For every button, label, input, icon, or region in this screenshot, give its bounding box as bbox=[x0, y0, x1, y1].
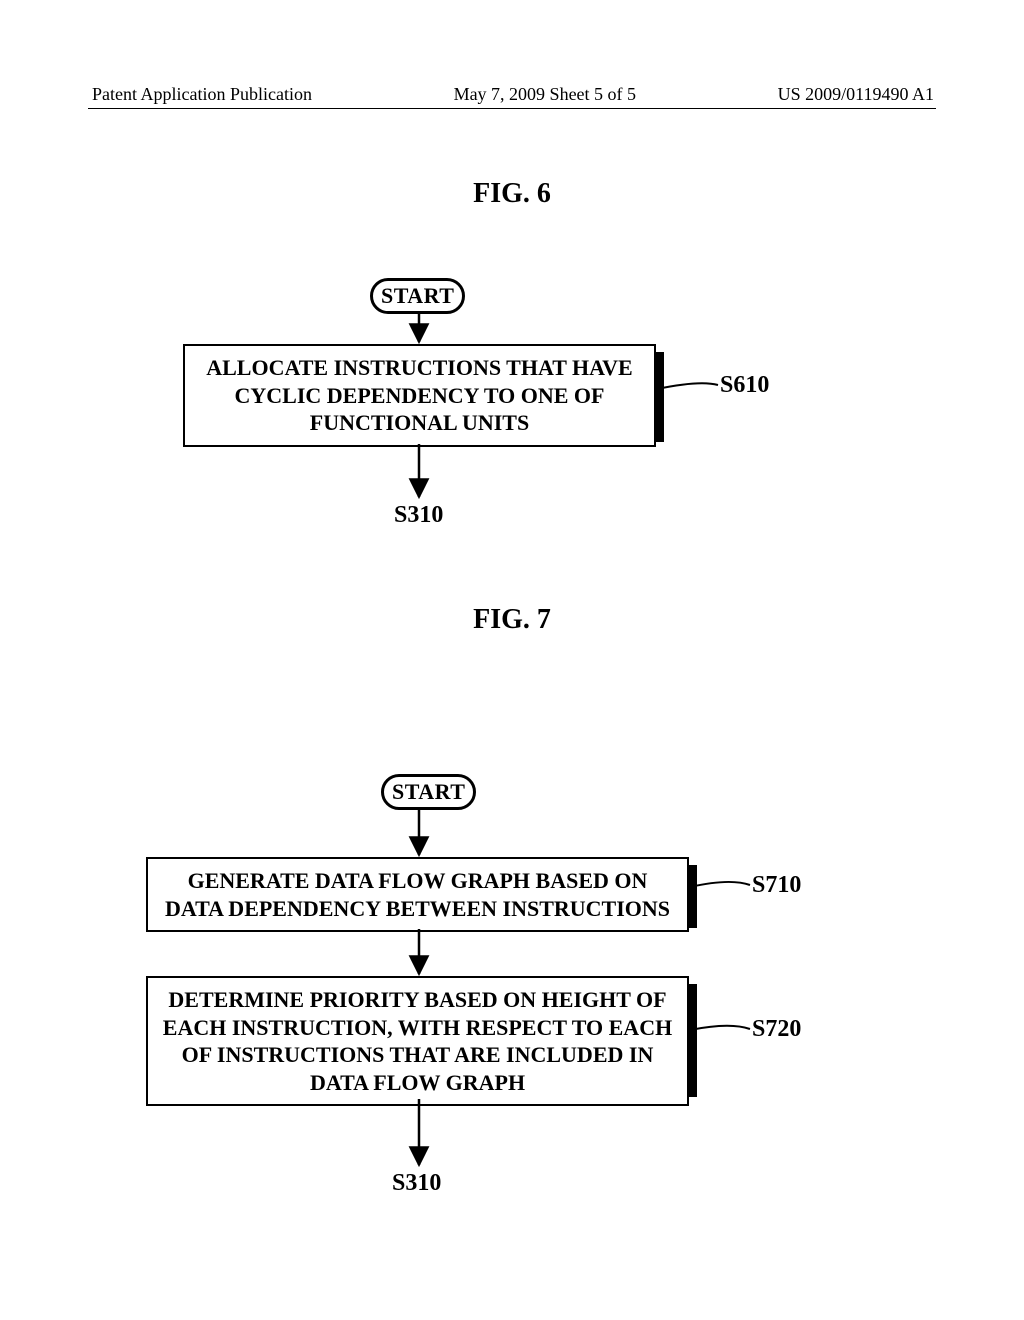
header-rule bbox=[88, 108, 936, 109]
start-terminator: START bbox=[370, 278, 465, 314]
process-s720: DETERMINE PRIORITY BASED ON HEIGHT OF EA… bbox=[146, 976, 689, 1106]
figure-6-title: FIG. 6 bbox=[0, 178, 1024, 210]
ref-s310-fig6: S310 bbox=[394, 502, 443, 529]
process-s710: GENERATE DATA FLOW GRAPH BASED ON DATA D… bbox=[146, 857, 689, 932]
start-terminator: START bbox=[381, 774, 476, 810]
page-header: Patent Application Publication May 7, 20… bbox=[0, 84, 1024, 105]
process-s610: ALLOCATE INSTRUCTIONS THAT HAVE CYCLIC D… bbox=[183, 344, 656, 447]
ref-s720: S720 bbox=[752, 1016, 801, 1043]
header-left: Patent Application Publication bbox=[92, 84, 312, 105]
figure-7-title: FIG. 7 bbox=[0, 604, 1024, 636]
header-right: US 2009/0119490 A1 bbox=[778, 84, 934, 105]
header-center: May 7, 2009 Sheet 5 of 5 bbox=[454, 84, 636, 105]
ref-s710: S710 bbox=[752, 872, 801, 899]
ref-s310-fig7: S310 bbox=[392, 1170, 441, 1197]
ref-s610: S610 bbox=[720, 372, 769, 399]
